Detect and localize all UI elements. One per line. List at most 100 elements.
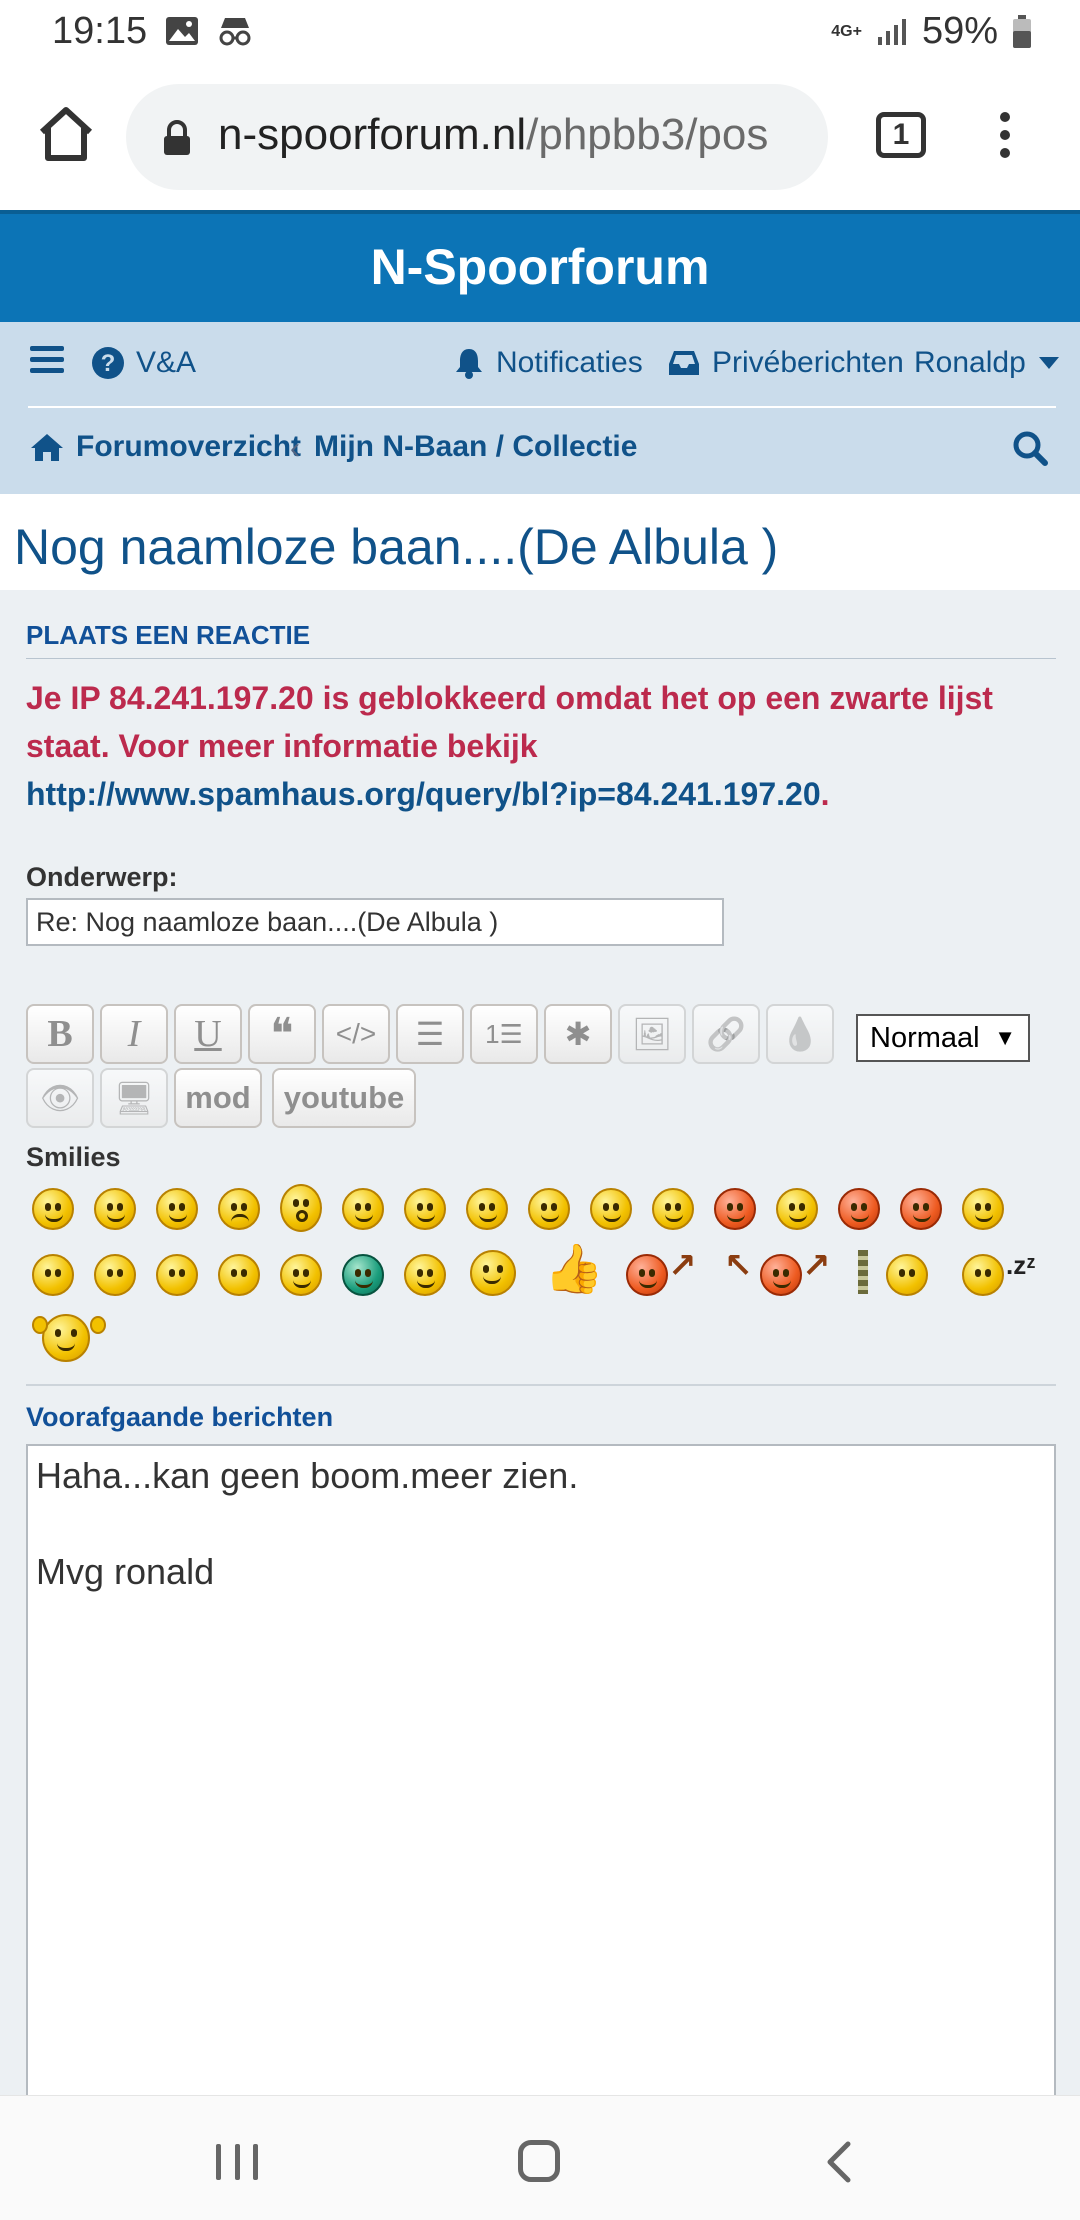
quote-button[interactable]: ❝ bbox=[248, 1004, 316, 1064]
smiley-cry[interactable] bbox=[776, 1188, 818, 1230]
underline-button[interactable]: U bbox=[174, 1004, 242, 1064]
smiley-mrgreen[interactable] bbox=[342, 1254, 384, 1296]
smiley-neutral[interactable] bbox=[280, 1254, 322, 1296]
smiley-exclaim[interactable] bbox=[32, 1254, 74, 1296]
smiley-idea[interactable] bbox=[156, 1254, 198, 1296]
smilies-label: Smilies bbox=[26, 1142, 121, 1172]
smiley-ugeek[interactable] bbox=[470, 1250, 516, 1296]
lock-icon bbox=[164, 120, 190, 155]
previous-messages-label: Voorafgaande berichten bbox=[26, 1402, 334, 1432]
incognito-icon bbox=[219, 18, 251, 46]
smiley-surprised[interactable] bbox=[280, 1184, 322, 1232]
url-domain: n-spoorforum.nl bbox=[218, 110, 527, 159]
error-end: . bbox=[820, 776, 830, 812]
smiley-sleep[interactable] bbox=[962, 1254, 1004, 1296]
breadcrumb-home-label: Forumoverzicht bbox=[76, 430, 302, 463]
inbox-icon bbox=[669, 351, 699, 375]
spamhaus-link[interactable]: http://www.spamhaus.org/query/bl?ip=84.2… bbox=[26, 776, 821, 812]
smiley-twisted[interactable] bbox=[900, 1188, 942, 1230]
status-time: 19:15 bbox=[52, 10, 148, 52]
cheer-hand-right bbox=[90, 1316, 106, 1334]
smiley-rolleyes[interactable] bbox=[962, 1188, 1004, 1230]
italic-button[interactable]: I bbox=[100, 1004, 168, 1064]
notifications-label: Notificaties bbox=[496, 346, 643, 379]
question-circle-icon: ? bbox=[92, 347, 124, 379]
breadcrumb: Forumoverzicht ‹ Mijn N-Baan / Collectie bbox=[0, 408, 1080, 494]
breadcrumb-separator: ‹ bbox=[290, 432, 300, 465]
notifications-link[interactable]: Notificaties bbox=[454, 346, 643, 380]
smiley-evil[interactable] bbox=[838, 1188, 880, 1230]
smiley-cool[interactable] bbox=[466, 1188, 508, 1230]
link-button[interactable]: 🔗 bbox=[692, 1004, 760, 1064]
recent-apps-button[interactable] bbox=[216, 2144, 258, 2180]
smiley-smile[interactable] bbox=[94, 1188, 136, 1230]
smiley-grin[interactable] bbox=[32, 1188, 74, 1230]
user-menu[interactable]: Ronaldp bbox=[914, 346, 1060, 380]
youtube-button[interactable]: youtube bbox=[272, 1068, 416, 1128]
error-text: Je IP 84.241.197.20 is geblokkeerd omdat… bbox=[26, 680, 993, 764]
mod-button[interactable]: mod bbox=[174, 1068, 262, 1128]
smiley-wink[interactable] bbox=[156, 1188, 198, 1230]
address-bar[interactable]: n-spoorforum.nl/phpbb3/pos bbox=[126, 84, 828, 190]
android-back-button[interactable] bbox=[824, 2140, 852, 2184]
smiley-razz[interactable] bbox=[652, 1188, 694, 1230]
breadcrumb-forum-link[interactable]: Mijn N-Baan / Collectie bbox=[314, 430, 637, 464]
list-button[interactable]: ☰ bbox=[396, 1004, 464, 1064]
code-button[interactable]: </> bbox=[322, 1004, 390, 1064]
heading-divider bbox=[26, 658, 1056, 659]
battery-level: 59% bbox=[921, 10, 998, 52]
smiley-arrow[interactable] bbox=[218, 1254, 260, 1296]
thumbs-up-icon[interactable]: 👍 bbox=[544, 1240, 604, 1297]
arrow-left-icon: ↖ bbox=[724, 1247, 753, 1285]
topic-title[interactable]: Nog naamloze baan....(De Albula ) bbox=[14, 518, 778, 576]
subject-input[interactable] bbox=[26, 898, 724, 946]
breadcrumb-forum-label: Mijn N-Baan / Collectie bbox=[314, 430, 638, 463]
status-right: 4G+ 59% bbox=[831, 10, 1032, 53]
smiley-dizzy[interactable] bbox=[886, 1254, 928, 1296]
list-item-button[interactable]: ✱ bbox=[544, 1004, 612, 1064]
kebab-menu-icon[interactable] bbox=[990, 108, 1020, 168]
smiley-eek[interactable] bbox=[342, 1188, 384, 1230]
url-path: /phpbb3/pos bbox=[526, 110, 769, 159]
private-messages-link[interactable]: Privéberichten bbox=[668, 346, 904, 380]
font-size-value: Normaal bbox=[870, 1021, 980, 1054]
hamburger-menu-button[interactable] bbox=[30, 344, 64, 374]
smiley-cheer[interactable] bbox=[42, 1314, 90, 1362]
status-bar: 19:15 4G+ 59% bbox=[0, 0, 1080, 64]
browser-toolbar: n-spoorforum.nl/phpbb3/pos 1 bbox=[0, 64, 1080, 210]
site-title[interactable]: N-Spoorforum bbox=[0, 214, 1080, 320]
bar-icon bbox=[858, 1250, 868, 1294]
arrow-right-icon-2: ↗ bbox=[802, 1247, 831, 1285]
smiley-question[interactable] bbox=[94, 1254, 136, 1296]
smiley-arrow-right[interactable] bbox=[626, 1254, 668, 1296]
faq-link[interactable]: ? V&A bbox=[92, 346, 196, 380]
smiley-geek[interactable] bbox=[404, 1254, 446, 1296]
font-size-select[interactable]: Normaal ▼ bbox=[856, 1014, 1030, 1062]
previous-messages-box[interactable]: Haha...kan geen boom.meer zien. Mvg rona… bbox=[26, 1444, 1056, 2104]
url-text: n-spoorforum.nl/phpbb3/pos bbox=[218, 110, 768, 160]
smiley-oops[interactable] bbox=[714, 1188, 756, 1230]
signal-icon bbox=[877, 18, 906, 45]
smiley-mad[interactable] bbox=[590, 1188, 632, 1230]
smiley-arrow-both[interactable] bbox=[760, 1254, 802, 1296]
smiley-lol[interactable] bbox=[528, 1188, 570, 1230]
numbered-list-button[interactable]: 1☰ bbox=[470, 1004, 538, 1064]
spoiler-button[interactable]: 👁 bbox=[26, 1068, 94, 1128]
cheer-hand-left bbox=[32, 1316, 48, 1334]
gallery-icon bbox=[166, 17, 198, 45]
tab-switcher-button[interactable]: 1 bbox=[876, 112, 926, 158]
color-button[interactable]: 💧 bbox=[766, 1004, 834, 1064]
android-home-button[interactable] bbox=[518, 2140, 560, 2182]
svg-text:?: ? bbox=[101, 350, 116, 377]
smiley-confused[interactable] bbox=[404, 1188, 446, 1230]
screen-button[interactable]: 🖥 bbox=[100, 1068, 168, 1128]
home-icon[interactable] bbox=[36, 104, 96, 164]
search-icon[interactable] bbox=[1012, 430, 1048, 466]
smiley-sad[interactable] bbox=[218, 1188, 260, 1230]
post-reply-panel: PLAATS EEN REACTIE Je IP 84.241.197.20 i… bbox=[0, 590, 1080, 2104]
breadcrumb-home-link[interactable]: Forumoverzicht bbox=[30, 430, 301, 464]
post-reply-heading: PLAATS EEN REACTIE bbox=[26, 620, 311, 650]
image-button[interactable]: 🖼 bbox=[618, 1004, 686, 1064]
bold-button[interactable]: B bbox=[26, 1004, 94, 1064]
zzz-icon: .zᶻ bbox=[1006, 1250, 1036, 1280]
